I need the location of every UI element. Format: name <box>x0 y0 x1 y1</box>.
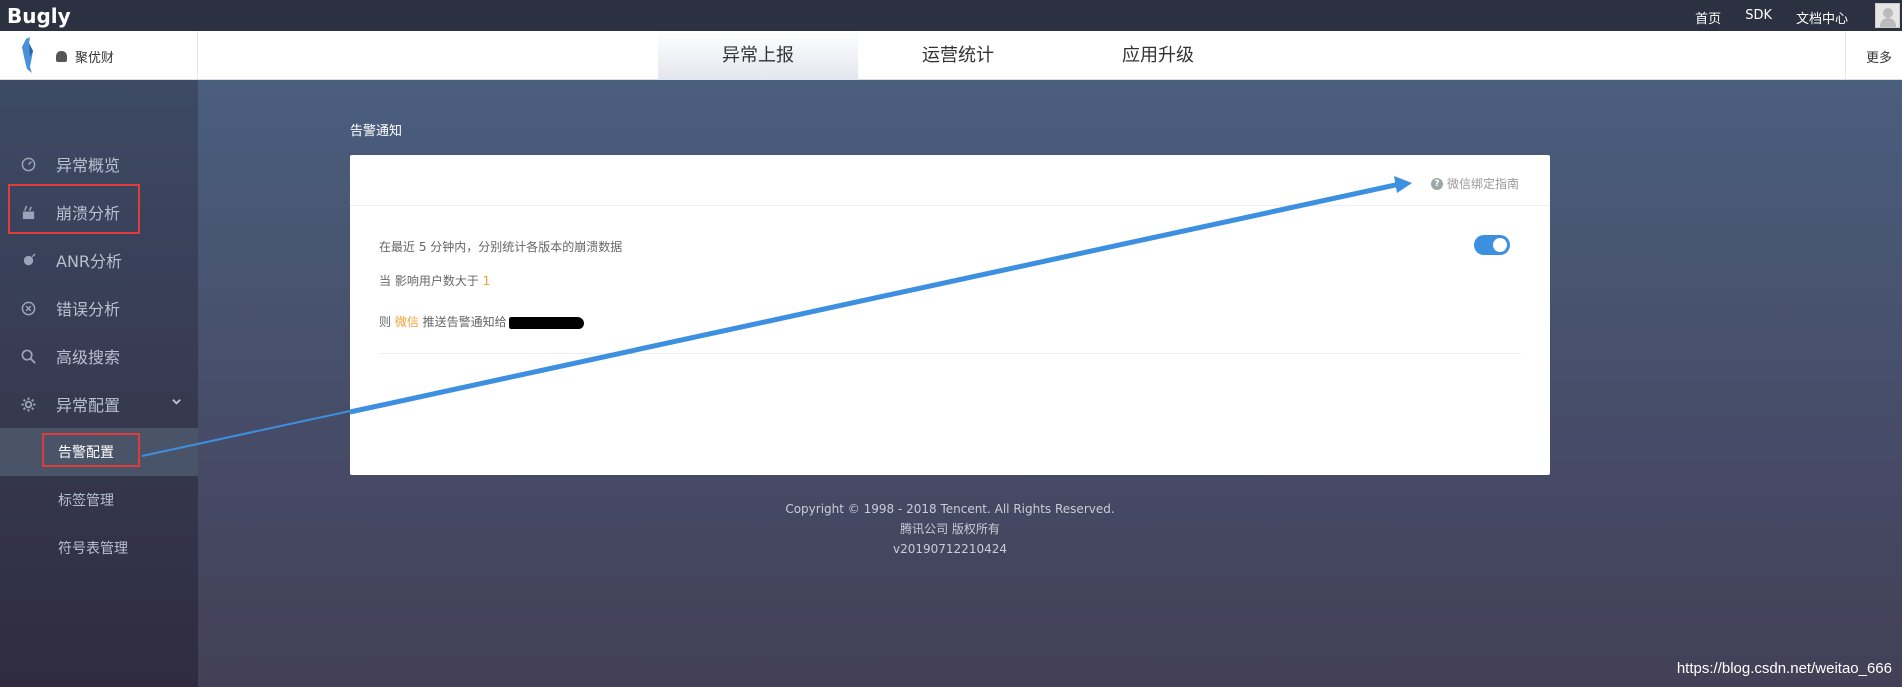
chevron-down-icon <box>171 396 182 411</box>
sidebar-subitem-symbol-management[interactable]: 符号表管理 <box>0 524 198 572</box>
annotation-highlight-box <box>42 433 140 467</box>
app-name: 聚优财 <box>75 51 115 66</box>
alert-rule-card: ? 微信绑定指南 在最近 5 分钟内，分别统计各版本的崩溃数据 当 影响用户数大… <box>350 155 1550 475</box>
divider <box>197 31 198 80</box>
error-circle-icon <box>20 300 36 316</box>
tab-crash-report[interactable]: 异常上报 <box>658 31 858 80</box>
question-icon: ? <box>1430 177 1443 190</box>
tab-app-upgrade[interactable]: 应用升级 <box>1058 31 1258 80</box>
threshold-value[interactable]: 1 <box>483 274 491 288</box>
top-bar: Bugly 首页 SDK 文档中心 <box>0 0 1902 31</box>
main-content: 告警通知 ? 微信绑定指南 在最近 5 分钟内，分别统计各版本的崩溃数据 当 影… <box>198 80 1902 687</box>
divider <box>1845 31 1846 80</box>
watermark-text: https://blog.csdn.net/weitao_666 <box>1676 660 1892 677</box>
gear-icon <box>20 396 36 412</box>
wechat-binding-guide-link[interactable]: ? 微信绑定指南 <box>1430 175 1519 192</box>
divider <box>379 353 1521 354</box>
rule-action: 则 微信 推送告警通知给 <box>379 313 584 330</box>
rule-description: 在最近 5 分钟内，分别统计各版本的崩溃数据 <box>379 240 623 254</box>
rule-action-prefix: 则 <box>379 315 395 329</box>
top-links: 首页 SDK 文档中心 <box>1671 8 1848 27</box>
footer: Copyright © 1998 - 2018 Tencent. All Rig… <box>350 499 1550 559</box>
sidebar-item-anr-analysis[interactable]: ANR分析 <box>0 238 198 282</box>
snail-icon <box>20 252 36 268</box>
notify-channel[interactable]: 微信 <box>395 315 419 329</box>
sidebar-item-advanced-search[interactable]: 高级搜索 <box>0 334 198 378</box>
bugly-bird-icon <box>22 37 33 73</box>
company-text: 腾讯公司 版权所有 <box>900 522 1000 536</box>
rule-condition: 当 影响用户数大于 1 <box>379 272 490 289</box>
docs-link[interactable]: 文档中心 <box>1796 8 1848 27</box>
annotation-highlight-box <box>8 184 140 234</box>
sidebar-item-label: ANR分析 <box>56 252 123 271</box>
brand-logo[interactable]: Bugly <box>7 4 71 28</box>
more-button[interactable]: 更多 <box>1866 47 1892 66</box>
sidebar-item-label: 高级搜索 <box>56 348 121 367</box>
sdk-link[interactable]: SDK <box>1745 8 1772 27</box>
android-icon <box>56 51 67 62</box>
rule-condition-text: 当 影响用户数大于 <box>379 274 483 288</box>
sidebar: 异常概览 崩溃分析 ANR分析 错误分析 高级搜索 异常配置 告警配置 标签管理 <box>0 80 198 687</box>
sidebar-subitem-tag-management[interactable]: 标签管理 <box>0 476 198 524</box>
page-title: 告警通知 <box>350 124 403 139</box>
card-header: ? 微信绑定指南 <box>350 155 1550 206</box>
tab-operation-stats[interactable]: 运营统计 <box>858 31 1058 80</box>
help-link-label: 微信绑定指南 <box>1446 177 1519 191</box>
sidebar-item-overview[interactable]: 异常概览 <box>0 142 198 186</box>
main-nav-tabs: 异常上报 运营统计 应用升级 <box>658 31 1258 80</box>
version-text: v20190712210424 <box>893 542 1007 556</box>
alert-enable-toggle[interactable] <box>1474 235 1510 255</box>
app-selector[interactable]: 聚优财 <box>56 47 114 66</box>
sidebar-item-label: 异常配置 <box>56 396 121 415</box>
dashboard-icon <box>20 156 36 172</box>
app-bar: 聚优财 异常上报 运营统计 应用升级 更多 <box>0 31 1902 80</box>
search-icon <box>20 348 36 364</box>
redacted-recipient <box>508 316 584 329</box>
sidebar-item-error-analysis[interactable]: 错误分析 <box>0 286 198 330</box>
avatar[interactable] <box>1875 3 1900 28</box>
sidebar-item-exception-config[interactable]: 异常配置 <box>0 382 198 426</box>
rule-action-text: 推送告警通知给 <box>418 315 507 329</box>
copyright-text: Copyright © 1998 - 2018 Tencent. All Rig… <box>785 502 1115 516</box>
home-link[interactable]: 首页 <box>1695 8 1721 27</box>
sidebar-item-label: 异常概览 <box>56 156 121 175</box>
toggle-knob <box>1493 238 1507 252</box>
sidebar-item-label: 错误分析 <box>56 300 121 319</box>
